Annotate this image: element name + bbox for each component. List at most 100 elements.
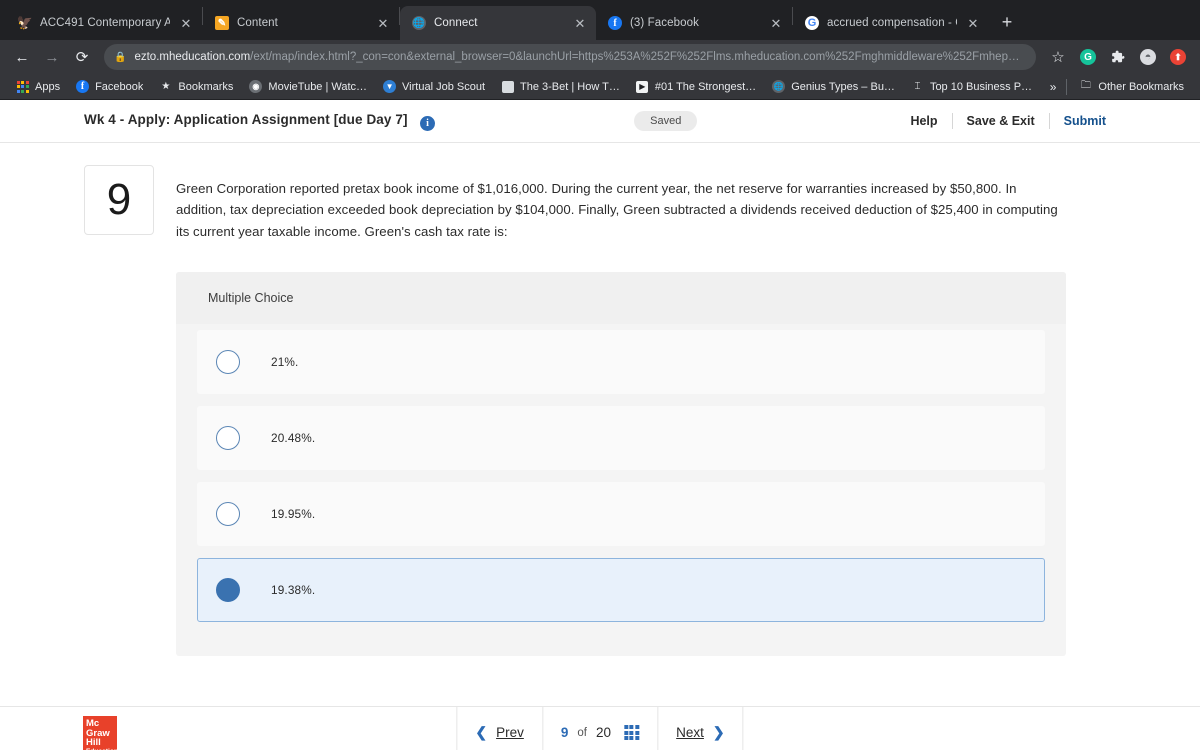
tab-close-icon[interactable]: ✕ <box>768 15 784 31</box>
radio-icon[interactable] <box>216 350 240 375</box>
question-row: 9 Green Corporation reported pretax book… <box>0 165 1200 242</box>
browser-tab-acc491[interactable]: 🦅 ACC491 Contemporary Auditin ✕ <box>6 6 202 40</box>
browser-toolbar: ← → ⟳ 🔒 ezto.mheducation.com/ext/map/ind… <box>0 40 1200 74</box>
current-page-number: 9 <box>560 725 569 740</box>
info-icon[interactable]: i <box>420 116 436 131</box>
update-available-icon[interactable]: ⬆ <box>1164 43 1192 71</box>
bookmark-movietube[interactable]: ◉ MovieTube | Watc… <box>241 76 375 98</box>
chevron-right-icon: ❯ <box>712 724 725 740</box>
bookmark-apps[interactable]: Apps <box>8 76 68 98</box>
choice-label: 20.48%. <box>271 431 316 446</box>
grammarly-extension-icon[interactable]: G <box>1074 43 1102 71</box>
url-text: ezto.mheducation.com/ext/map/index.html?… <box>134 51 1026 63</box>
content-icon <box>215 16 229 30</box>
logo-line-3: Hill <box>86 737 101 749</box>
avatar-glyph: ◓ <box>1140 49 1156 65</box>
assignment-title-text: Wk 4 - Apply: Application Assignment [du… <box>84 112 408 127</box>
save-and-exit-button[interactable]: Save & Exit <box>953 114 1049 128</box>
url-domain: ezto.mheducation.com <box>134 51 251 63</box>
question-grid-icon[interactable] <box>623 724 640 741</box>
help-button[interactable]: Help <box>896 114 951 128</box>
question-number: 9 <box>84 165 154 235</box>
pagination-controls: ❮ Prev 9 of 20 Next ❯ <box>456 706 744 750</box>
grammarly-glyph: G <box>1080 49 1096 65</box>
next-question-button[interactable]: Next ❯ <box>657 706 744 750</box>
bookmark-label: Other Bookmarks <box>1098 80 1184 93</box>
of-label: of <box>577 726 587 739</box>
chevron-left-icon: ❮ <box>475 724 488 740</box>
bookmarks-divider <box>1066 78 1068 95</box>
page-indicator: 9 of 20 <box>541 706 657 750</box>
status-badge: Saved <box>634 111 698 131</box>
bookmark-top-10-business[interactable]: ⌶ Top 10 Business P… <box>903 76 1040 98</box>
choice-option-2[interactable]: 20.48%. <box>197 406 1045 471</box>
bookmark-label: The 3-Bet | How T… <box>520 80 620 93</box>
forward-icon[interactable]: → <box>38 43 66 71</box>
connect-assignment-page: Wk 4 - Apply: Application Assignment [du… <box>0 100 1200 750</box>
bookmark-virtual-job-scout[interactable]: ▼ Virtual Job Scout <box>375 76 493 98</box>
browser-tab-content[interactable]: Content ✕ <box>203 6 399 40</box>
bookmark-strongest[interactable]: ▶ #01 The Strongest… <box>628 76 764 98</box>
tab-close-icon[interactable]: ✕ <box>965 15 981 31</box>
profile-avatar-icon[interactable]: ◓ <box>1134 43 1162 71</box>
apps-grid-icon <box>16 80 29 93</box>
choice-option-4[interactable]: 19.38%. <box>197 558 1045 623</box>
assignment-header: Wk 4 - Apply: Application Assignment [du… <box>0 100 1200 143</box>
bookmark-label: Facebook <box>95 80 144 93</box>
choice-option-3[interactable]: 19.95%. <box>197 482 1045 547</box>
radio-icon[interactable] <box>216 426 240 451</box>
choice-label: 21%. <box>271 355 299 370</box>
bookmarks-overflow-button[interactable]: » <box>1044 80 1063 94</box>
browser-tab-connect[interactable]: 🌐 Connect ✕ <box>400 6 596 40</box>
browser-tab-facebook[interactable]: f (3) Facebook ✕ <box>596 6 792 40</box>
connect-globe-icon: 🌐 <box>412 16 426 30</box>
next-label: Next <box>676 725 704 740</box>
choice-label: 19.95%. <box>271 507 316 522</box>
bookmark-label: Genius Types – Bu… <box>791 80 895 93</box>
choice-list: 21%. 20.48%. 19.95%. 19.38%. <box>176 324 1066 623</box>
tab-title: (3) Facebook <box>630 17 699 29</box>
tab-close-icon[interactable]: ✕ <box>572 15 588 31</box>
tab-strip: 🦅 ACC491 Contemporary Auditin ✕ Content … <box>0 0 1200 40</box>
genius-types-icon: 🌐 <box>772 80 786 93</box>
tab-title: Connect <box>434 17 478 29</box>
movietube-icon: ◉ <box>249 80 263 93</box>
top10-icon: ⌶ <box>914 81 921 92</box>
bookmark-label: Top 10 Business P… <box>929 80 1033 93</box>
bookmark-label: MovieTube | Watc… <box>268 80 368 93</box>
browser-tab-google-search[interactable]: G accrued compensation - Googl ✕ <box>793 6 989 40</box>
strongest-icon: ▶ <box>636 80 649 93</box>
bookmark-star-icon[interactable]: ☆ <box>1044 43 1072 71</box>
bookmark-other-bookmarks[interactable]: 🗀 Other Bookmarks <box>1071 76 1192 98</box>
prev-label: Prev <box>496 725 524 740</box>
submit-button[interactable]: Submit <box>1050 114 1106 128</box>
address-bar[interactable]: 🔒 ezto.mheducation.com/ext/map/index.htm… <box>104 44 1036 70</box>
radio-icon-selected[interactable] <box>216 578 240 603</box>
tab-close-icon[interactable]: ✕ <box>375 15 391 31</box>
update-glyph: ⬆ <box>1170 49 1186 65</box>
back-icon[interactable]: ← <box>8 43 36 71</box>
tab-title: accrued compensation - Googl <box>827 17 957 29</box>
bookmark-the-3-bet[interactable]: The 3-Bet | How T… <box>493 76 628 98</box>
reload-icon[interactable]: ⟳ <box>68 43 96 71</box>
tab-close-icon[interactable]: ✕ <box>178 15 194 31</box>
mcgraw-hill-logo: Mc Graw Hill Education <box>83 716 118 750</box>
virtual-job-scout-icon: ▼ <box>383 80 397 93</box>
bookmark-genius-types[interactable]: 🌐 Genius Types – Bu… <box>764 76 903 98</box>
bookmarks-bar: Apps f Facebook ★ Bookmarks ◉ MovieTube … <box>0 74 1200 100</box>
choice-option-1[interactable]: 21%. <box>197 330 1045 395</box>
page-title: Wk 4 - Apply: Application Assignment [du… <box>84 111 436 131</box>
tab-title: ACC491 Contemporary Auditin <box>40 17 170 29</box>
new-tab-button[interactable]: + <box>993 8 1021 36</box>
bookmark-label: Apps <box>35 80 61 93</box>
bookmark-facebook[interactable]: f Facebook <box>68 76 151 98</box>
radio-icon[interactable] <box>216 502 240 527</box>
header-actions: Help Save & Exit Submit <box>896 113 1106 129</box>
bookmark-bookmarks[interactable]: ★ Bookmarks <box>151 76 241 98</box>
the-3-bet-icon <box>501 80 514 93</box>
star-icon: ★ <box>161 81 171 92</box>
question-area: 9 Green Corporation reported pretax book… <box>0 143 1200 657</box>
extensions-puzzle-icon[interactable] <box>1104 43 1132 71</box>
prev-question-button[interactable]: ❮ Prev <box>456 706 542 750</box>
google-icon: G <box>805 16 819 30</box>
